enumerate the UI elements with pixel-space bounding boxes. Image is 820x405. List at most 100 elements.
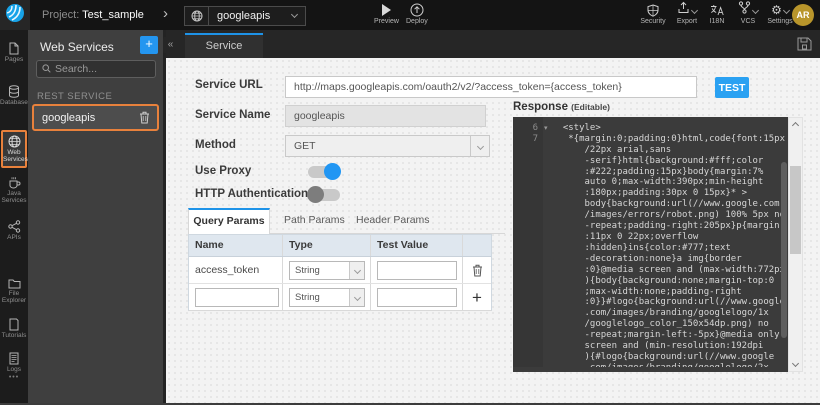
search-input[interactable] (51, 63, 155, 75)
sidebar-item-web-services[interactable]: Web Services (1, 130, 27, 168)
service-url-input[interactable] (285, 76, 697, 98)
deploy-button[interactable]: Deploy (406, 3, 428, 25)
translate-icon (710, 3, 724, 17)
tab-path-params[interactable]: Path Params (284, 214, 345, 226)
sidebar-item-apis[interactable]: APIs (0, 220, 28, 241)
vcs-label: VCS (741, 18, 755, 25)
page-icon (0, 42, 28, 55)
search-icon (42, 60, 51, 78)
chevron-down-icon (353, 293, 360, 300)
service-search[interactable] (36, 60, 156, 78)
http-auth-toggle[interactable] (308, 189, 340, 201)
document-icon (0, 318, 28, 331)
new-param-name-input[interactable] (195, 288, 279, 307)
header-test-value: Test Value (371, 235, 463, 256)
settings-label: Settings (767, 18, 792, 25)
deploy-label: Deploy (406, 18, 428, 25)
app-selector-dropdown[interactable]: googleapis (184, 6, 306, 26)
method-select[interactable]: GET (285, 135, 490, 157)
header-actions (463, 235, 491, 256)
delete-row-trash-icon[interactable] (472, 264, 483, 277)
sidebar-item-pages[interactable]: Pages (0, 42, 28, 63)
tab-query-params[interactable]: Query Params (188, 208, 270, 234)
export-icon (677, 1, 690, 19)
new-param-type-select[interactable]: String (289, 288, 365, 307)
project-breadcrumb: Project: Test_sample (42, 9, 144, 21)
panel-title: Web Services (40, 40, 114, 54)
chevron-down-icon (291, 11, 298, 18)
response-editable-note: (Editable) (571, 102, 610, 112)
branch-icon (738, 1, 751, 19)
sidebar-item-logs[interactable]: Logs (0, 352, 28, 373)
chevron-down-icon (752, 6, 759, 13)
scroll-up-arrow[interactable] (789, 118, 802, 130)
preview-button[interactable]: Preview (374, 3, 399, 25)
response-label: Response (Editable) (513, 101, 610, 113)
rest-service-section-label: REST SERVICE (37, 91, 112, 102)
header-name: Name (189, 235, 283, 256)
globe-icon (185, 7, 209, 25)
i18n-button[interactable]: I18N (704, 3, 730, 25)
response-code-editor[interactable]: 6 7 ▾ <style> *{margin:0;padding:0}html,… (513, 117, 788, 372)
response-scrollbar-thumb[interactable] (790, 166, 801, 254)
query-params-table: Name Type Test Value access_token String (188, 234, 492, 311)
shield-icon (647, 3, 659, 17)
left-nav-strip: Pages Databases Web Services Java Servic… (0, 30, 28, 405)
project-label: Project: (42, 9, 79, 21)
http-auth-label: HTTP Authentication (195, 188, 308, 200)
user-avatar[interactable]: AR (792, 4, 814, 26)
test-button[interactable]: TEST (715, 77, 749, 98)
app-window: Project: Test_sample › googleapis Previe… (0, 0, 820, 405)
log-file-icon (0, 352, 28, 365)
wave-logo-icon (5, 3, 25, 28)
main-area: Service Settings Service URL TEST Servic… (166, 30, 820, 405)
header-type: Type (283, 235, 371, 256)
coffee-cup-icon (0, 176, 28, 189)
param-type-select[interactable]: String (289, 261, 365, 280)
sidebar-item-tutorials[interactable]: Tutorials (0, 318, 28, 339)
service-item-label: googleapis (34, 112, 139, 124)
param-name-cell[interactable]: access_token (189, 257, 283, 283)
code-fold-icon[interactable]: ▾ (544, 124, 548, 132)
new-param-test-value-input[interactable] (377, 288, 457, 307)
deploy-icon (410, 3, 424, 17)
add-service-button[interactable]: + (140, 36, 158, 54)
use-proxy-label: Use Proxy (195, 165, 251, 177)
breadcrumb-chevron-icon: › (163, 5, 168, 22)
toggle-knob (324, 163, 341, 180)
service-settings-content: Service URL TEST Service Name googleapis… (166, 58, 820, 405)
service-list-item-googleapis[interactable]: googleapis (32, 104, 159, 131)
more-options-icon[interactable]: ••• (0, 374, 28, 381)
sidebar-item-databases[interactable]: Databases (0, 85, 28, 106)
service-url-label: Service URL (195, 79, 263, 91)
vcs-button[interactable]: VCS (731, 3, 765, 25)
param-tabs: Query Params Path Params Header Params (188, 208, 505, 234)
scroll-down-arrow[interactable] (789, 359, 802, 371)
web-services-panel: Web Services + REST SERVICE googleapis (28, 30, 166, 405)
i18n-label: I18N (710, 18, 725, 25)
brand-logo[interactable] (0, 0, 30, 30)
chevron-down-icon (353, 266, 360, 273)
response-scrollbar[interactable] (788, 117, 803, 372)
export-label: Export (677, 18, 697, 25)
globe-icon (3, 135, 25, 148)
save-icon[interactable] (797, 37, 812, 56)
sidebar-item-file-explorer[interactable]: File Explorer (0, 278, 28, 304)
gear-icon: ⚙ (771, 4, 782, 16)
add-row-plus-icon[interactable]: + (463, 284, 491, 310)
tab-header-params[interactable]: Header Params (356, 214, 430, 226)
use-proxy-toggle[interactable] (308, 166, 340, 178)
chevron-down-icon (476, 142, 483, 149)
export-button[interactable]: Export (670, 3, 704, 25)
sidebar-item-java-services[interactable]: Java Services (0, 176, 28, 204)
editor-code-text[interactable]: <style> *{margin:0;padding:0}html,code{f… (552, 117, 785, 367)
tab-service-settings[interactable]: Service Settings (185, 33, 263, 58)
param-test-value-input[interactable] (377, 261, 457, 280)
delete-service-trash-icon[interactable] (139, 111, 157, 124)
service-name-input[interactable]: googleapis (285, 105, 486, 127)
editor-scrollbar-thumb[interactable] (781, 162, 787, 338)
chevron-down-icon (783, 6, 790, 13)
api-nodes-icon (0, 220, 28, 233)
security-button[interactable]: Security (636, 3, 670, 25)
collapse-panel-button[interactable]: « (163, 37, 178, 53)
